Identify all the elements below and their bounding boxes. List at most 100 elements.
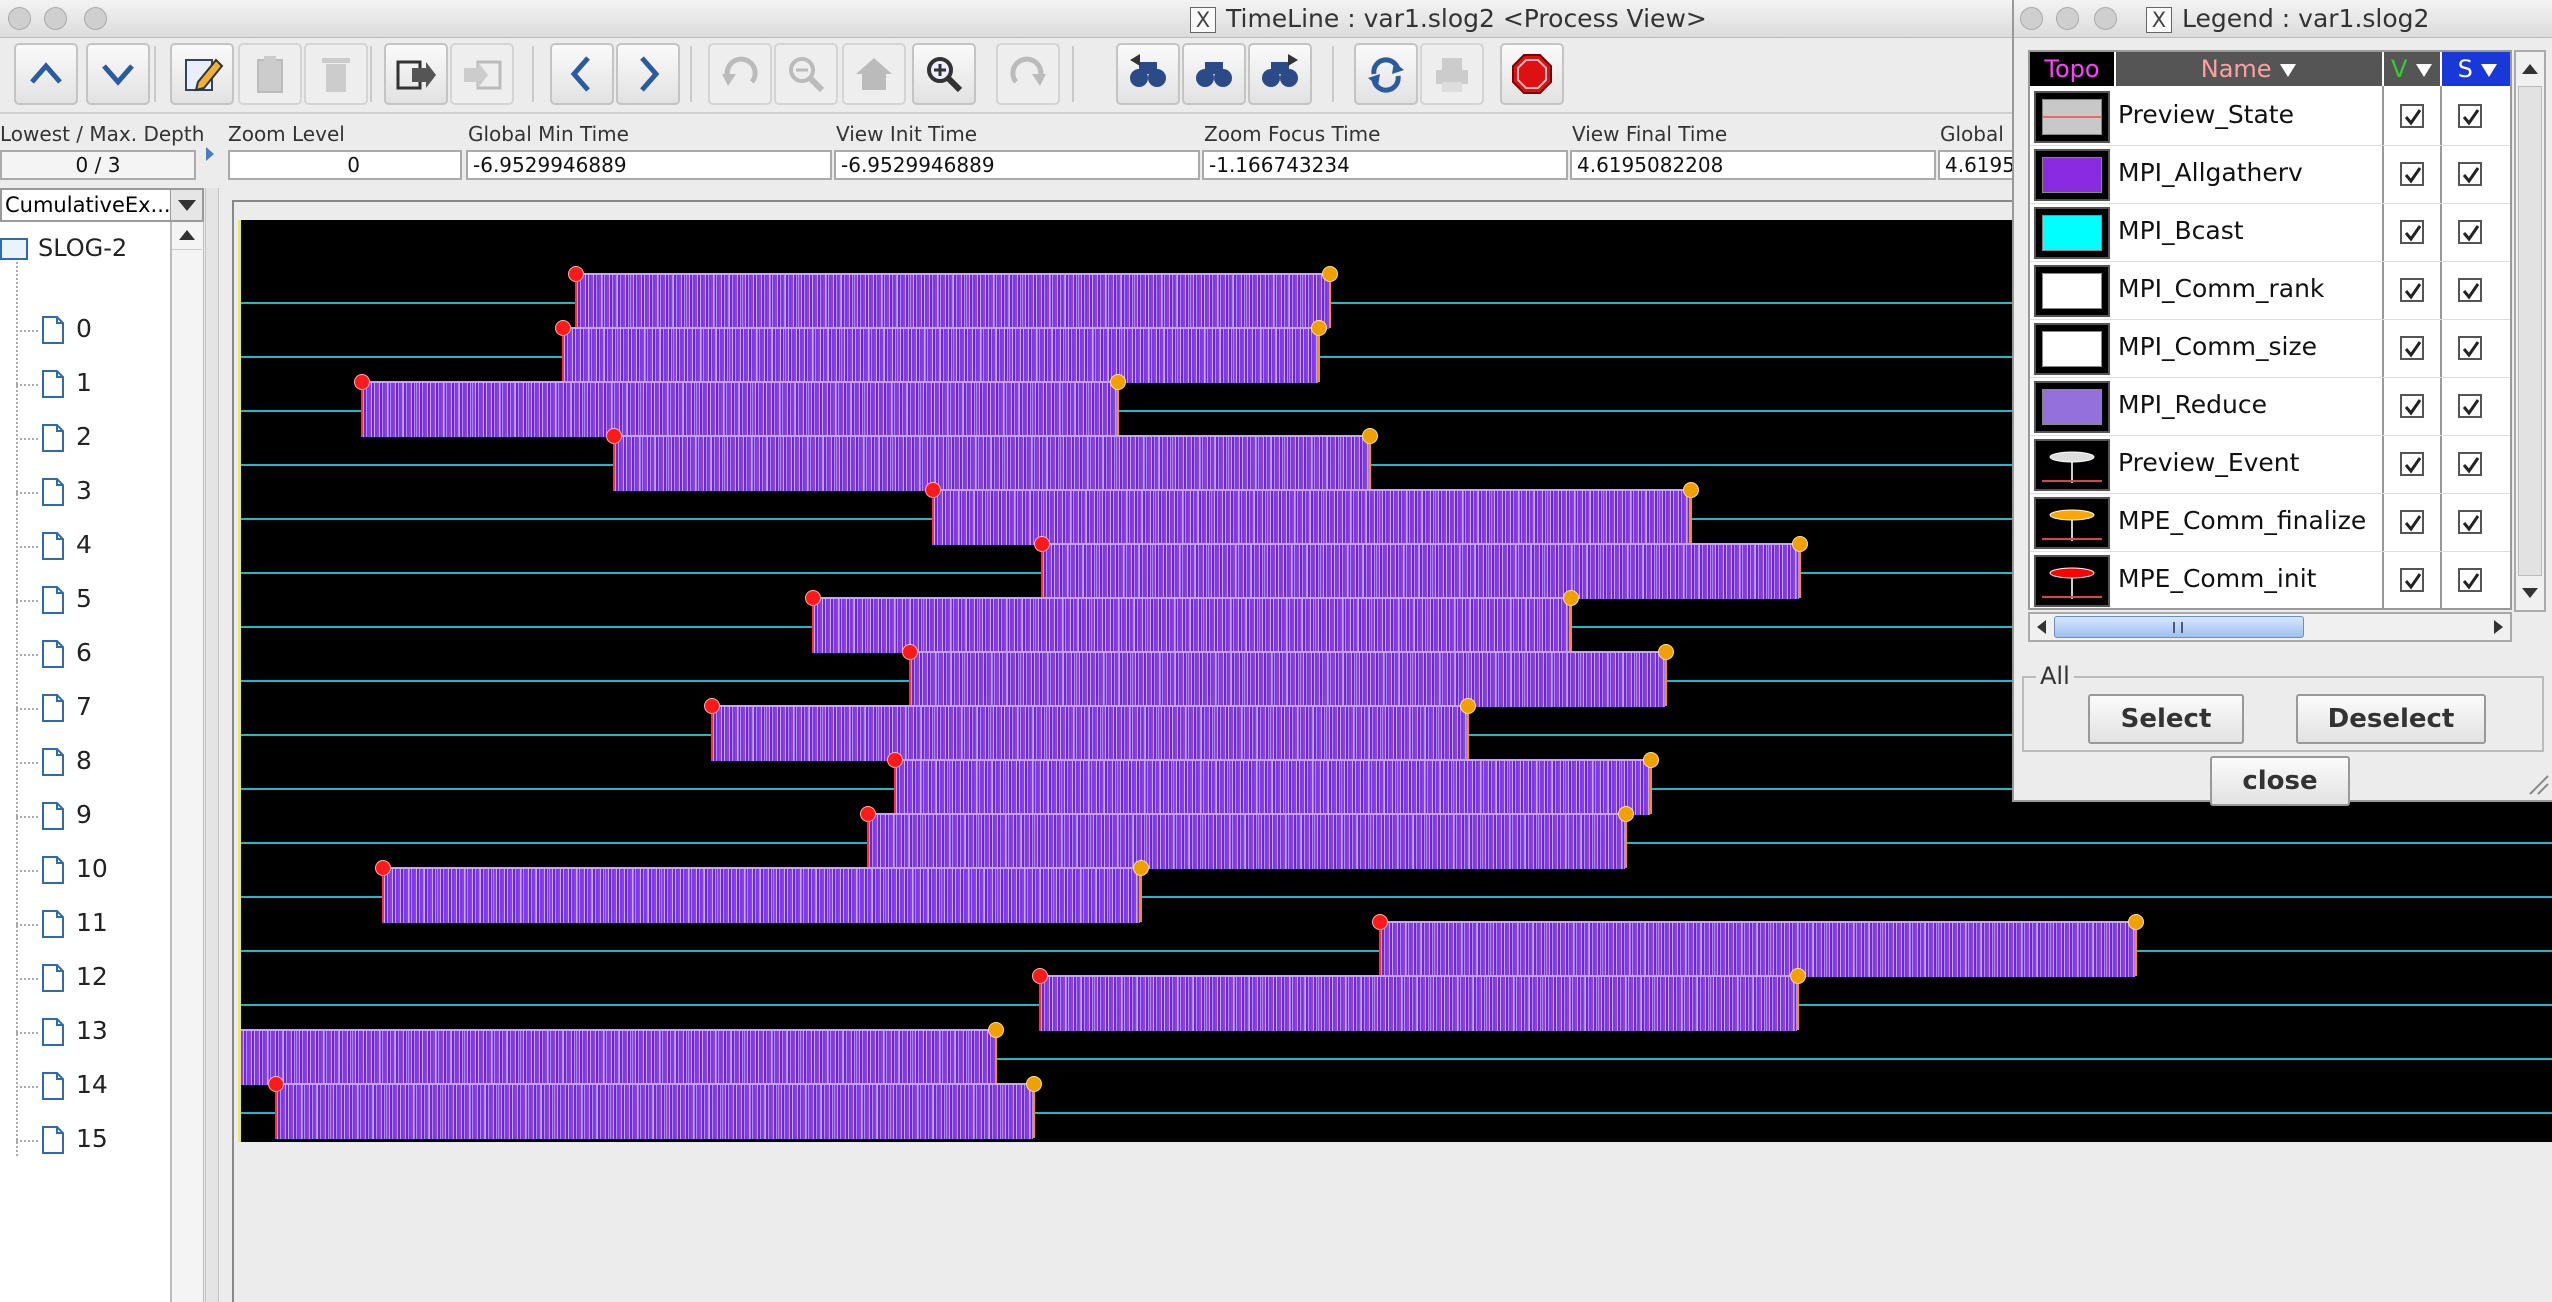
- tree-item-rank[interactable]: 15: [16, 1120, 166, 1160]
- tree-item-rank[interactable]: 1: [16, 364, 166, 404]
- mpe-comm-init-event-marker[interactable]: [925, 482, 941, 498]
- visible-checkbox[interactable]: [2400, 510, 2424, 534]
- mpe-comm-init-event-marker[interactable]: [568, 266, 584, 282]
- mpi-allgatherv-state-bar[interactable]: [613, 435, 1369, 491]
- mpe-comm-init-event-marker[interactable]: [860, 806, 876, 822]
- legend-horizontal-scrollbar[interactable]: [2028, 612, 2512, 642]
- mpe-comm-finalize-event-marker[interactable]: [1322, 266, 1338, 282]
- legend-row[interactable]: Preview_Event: [2030, 436, 2510, 494]
- searchable-checkbox[interactable]: [2458, 452, 2482, 476]
- scroll-up-arrow-icon[interactable]: [2516, 56, 2544, 84]
- mpe-comm-init-event-marker[interactable]: [887, 752, 903, 768]
- mpe-comm-init-event-marker[interactable]: [555, 320, 571, 336]
- legend-row[interactable]: MPI_Comm_rank: [2030, 262, 2510, 320]
- legend-vscroll-thumb[interactable]: [2518, 86, 2542, 576]
- visible-checkbox[interactable]: [2400, 278, 2424, 302]
- mpe-comm-init-event-marker[interactable]: [268, 1076, 284, 1092]
- tree-item-rank[interactable]: 12: [16, 958, 166, 998]
- global-min-field[interactable]: -6.9529946889: [466, 150, 832, 180]
- home-button[interactable]: [842, 43, 906, 105]
- mpe-comm-init-event-marker[interactable]: [704, 698, 720, 714]
- visible-checkbox[interactable]: [2400, 336, 2424, 360]
- topo-swatch[interactable]: [2034, 91, 2110, 143]
- scroll-down-arrow-icon[interactable]: [2516, 578, 2544, 606]
- zoom-focus-field[interactable]: -1.166743234: [1202, 150, 1568, 180]
- tree-item-rank[interactable]: 3: [16, 472, 166, 512]
- topo-swatch[interactable]: [2034, 207, 2110, 259]
- stop-button[interactable]: [1500, 43, 1564, 105]
- tree-item-rank[interactable]: 0: [16, 310, 166, 350]
- visible-column-header[interactable]: V: [2384, 52, 2440, 86]
- mpe-comm-init-event-marker[interactable]: [606, 428, 622, 444]
- mpe-comm-finalize-event-marker[interactable]: [1658, 644, 1674, 660]
- searchable-checkbox[interactable]: [2458, 510, 2482, 534]
- mpi-allgatherv-state-bar[interactable]: [909, 651, 1665, 707]
- edit-pencil-button[interactable]: [170, 43, 234, 105]
- visible-checkbox[interactable]: [2400, 452, 2424, 476]
- visible-checkbox[interactable]: [2400, 220, 2424, 244]
- topo-swatch[interactable]: [2034, 323, 2110, 375]
- searchable-checkbox[interactable]: [2458, 104, 2482, 128]
- mpe-comm-finalize-event-marker[interactable]: [1792, 536, 1808, 552]
- legend-vertical-scrollbar[interactable]: [2514, 50, 2546, 612]
- zoom-in-button[interactable]: [912, 43, 976, 105]
- mpi-allgatherv-state-bar[interactable]: [575, 273, 1329, 329]
- tree-item-rank[interactable]: 9: [16, 796, 166, 836]
- deselect-all-button[interactable]: Deselect: [2296, 694, 2486, 744]
- searchable-checkbox[interactable]: [2458, 336, 2482, 360]
- tree-item-rank[interactable]: 4: [16, 526, 166, 566]
- mpe-comm-init-event-marker[interactable]: [1372, 914, 1388, 930]
- tree-item-rank[interactable]: 14: [16, 1066, 166, 1106]
- legend-row[interactable]: Preview_State: [2030, 88, 2510, 146]
- mpi-allgatherv-state-bar[interactable]: [275, 1083, 1033, 1139]
- import-button[interactable]: [450, 43, 514, 105]
- dropdown-arrow-icon[interactable]: [170, 190, 202, 220]
- preview-mode-combo[interactable]: CumulativeEx...: [0, 188, 204, 222]
- scroll-up-arrow-icon[interactable]: [172, 222, 202, 250]
- mpe-comm-finalize-event-marker[interactable]: [1790, 968, 1806, 984]
- tree-item-rank[interactable]: 7: [16, 688, 166, 728]
- mpe-comm-finalize-event-marker[interactable]: [1026, 1076, 1042, 1092]
- name-column-header[interactable]: Name: [2116, 52, 2382, 86]
- mpe-comm-init-event-marker[interactable]: [354, 374, 370, 390]
- window-close-button[interactable]: [8, 7, 31, 30]
- searchable-checkbox[interactable]: [2458, 394, 2482, 418]
- legend-row[interactable]: MPI_Reduce: [2030, 378, 2510, 436]
- mpe-comm-init-event-marker[interactable]: [805, 590, 821, 606]
- searchable-checkbox[interactable]: [2458, 278, 2482, 302]
- legend-row[interactable]: MPE_Comm_finalize: [2030, 494, 2510, 552]
- topo-swatch[interactable]: [2034, 555, 2110, 607]
- print-button[interactable]: [1420, 43, 1484, 105]
- close-legend-button[interactable]: close: [2210, 756, 2350, 806]
- mpe-comm-finalize-event-marker[interactable]: [1643, 752, 1659, 768]
- scroll-right-arrow-icon[interactable]: [2488, 614, 2508, 640]
- legend-hscroll-thumb[interactable]: [2054, 616, 2304, 638]
- chevron-left-button[interactable]: [550, 43, 614, 105]
- divider-handle-icon[interactable]: [206, 146, 214, 161]
- mpi-allgatherv-state-bar[interactable]: [1039, 975, 1797, 1031]
- mpe-comm-init-event-marker[interactable]: [1034, 536, 1050, 552]
- searchable-column-header[interactable]: S: [2442, 52, 2510, 86]
- visible-checkbox[interactable]: [2400, 394, 2424, 418]
- export-button[interactable]: [384, 43, 448, 105]
- mpi-allgatherv-state-bar[interactable]: [382, 867, 1140, 923]
- tree-item-rank[interactable]: 11: [16, 904, 166, 944]
- chevron-down-button[interactable]: [86, 43, 150, 105]
- mpe-comm-finalize-event-marker[interactable]: [1133, 860, 1149, 876]
- clipboard-button[interactable]: [238, 43, 302, 105]
- mpi-allgatherv-state-bar[interactable]: [711, 705, 1467, 761]
- tree-item-rank[interactable]: 10: [16, 850, 166, 890]
- mpi-allgatherv-state-bar[interactable]: [241, 1029, 995, 1085]
- mpe-comm-finalize-event-marker[interactable]: [1362, 428, 1378, 444]
- legend-maximize-button[interactable]: [2094, 7, 2117, 30]
- window-maximize-button[interactable]: [84, 7, 107, 30]
- mpi-allgatherv-state-bar[interactable]: [1379, 921, 2135, 977]
- tree-item-rank[interactable]: 13: [16, 1012, 166, 1052]
- search-forward-button[interactable]: [1248, 43, 1312, 105]
- mpi-allgatherv-state-bar[interactable]: [812, 597, 1570, 653]
- searchable-checkbox[interactable]: [2458, 220, 2482, 244]
- view-init-field[interactable]: -6.9529946889: [834, 150, 1200, 180]
- window-minimize-button[interactable]: [44, 7, 67, 30]
- mpi-allgatherv-state-bar[interactable]: [894, 759, 1650, 815]
- mpe-comm-init-event-marker[interactable]: [902, 644, 918, 660]
